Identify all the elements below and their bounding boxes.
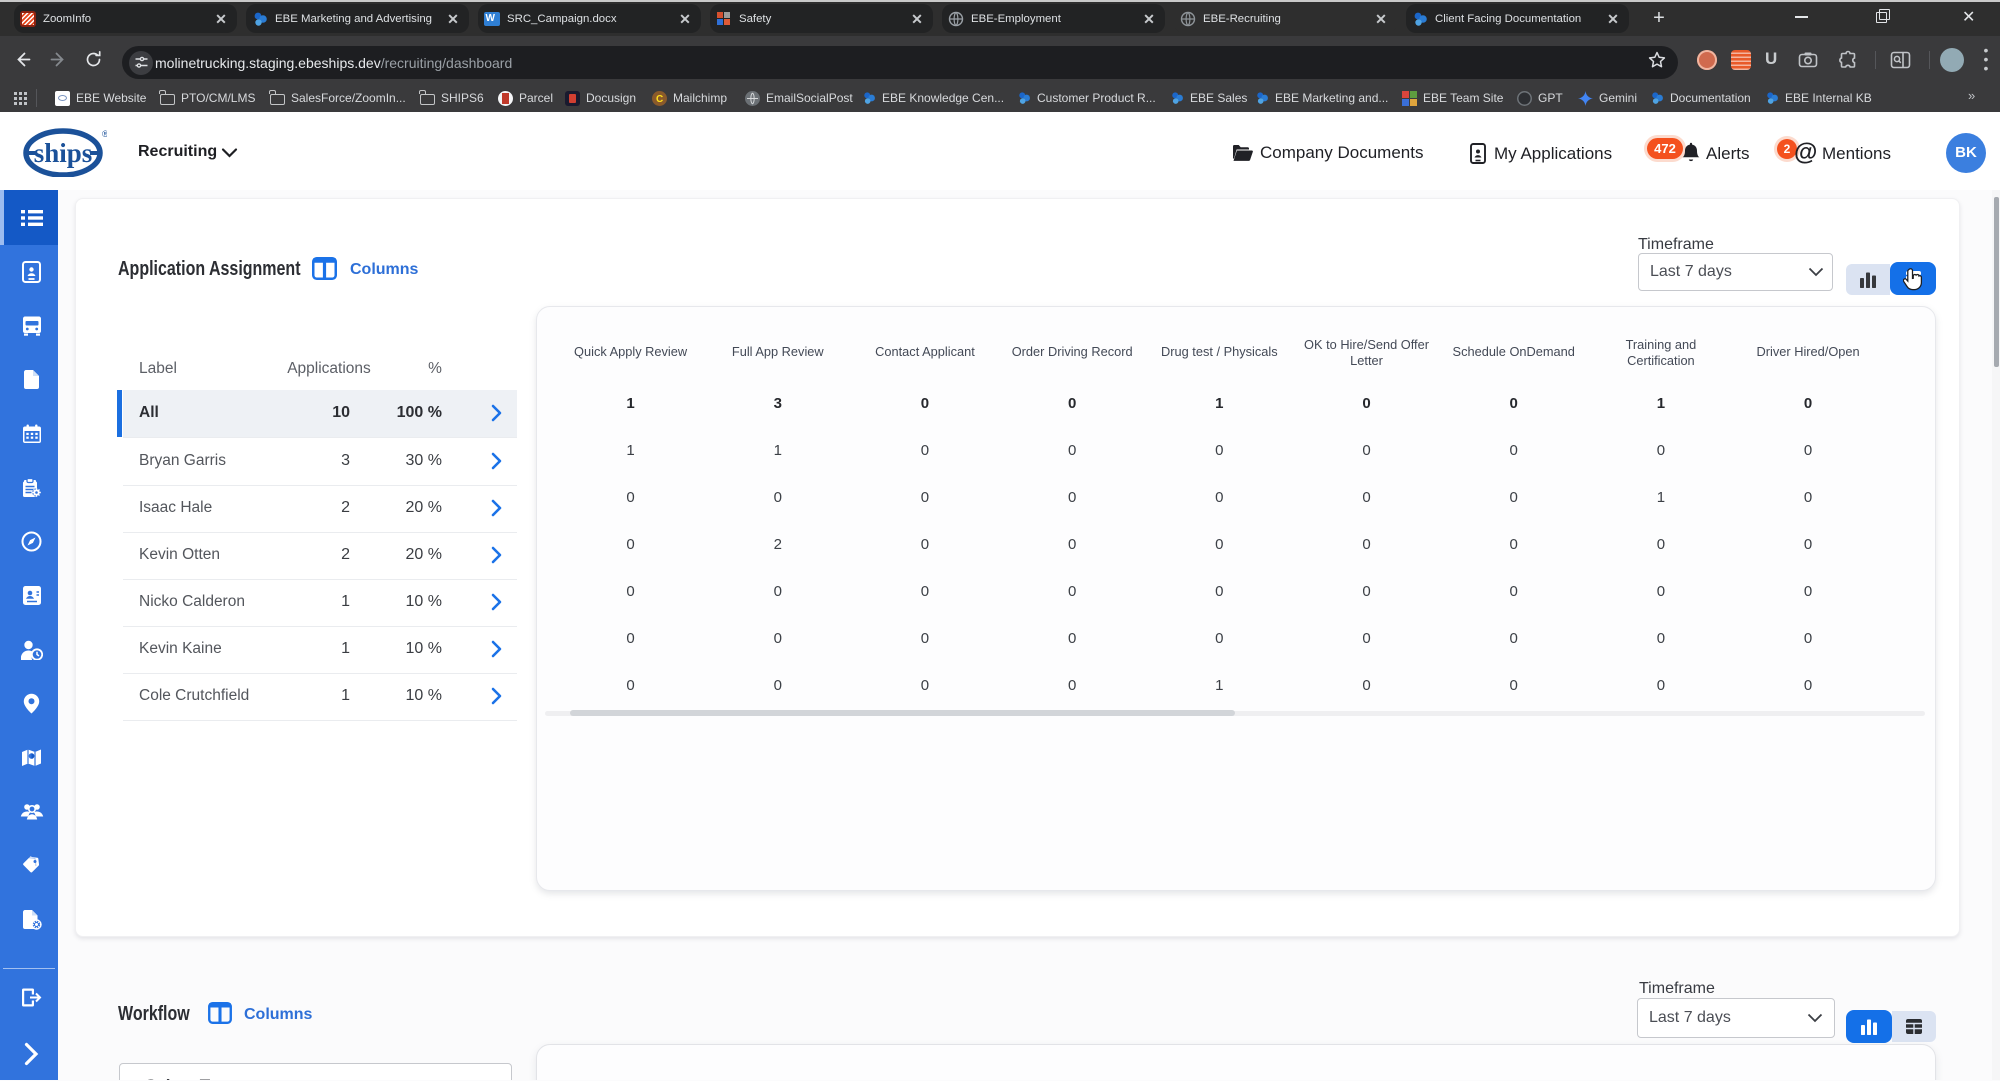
svg-text:ships: ships (34, 138, 93, 168)
svg-text:®: ® (102, 129, 107, 139)
